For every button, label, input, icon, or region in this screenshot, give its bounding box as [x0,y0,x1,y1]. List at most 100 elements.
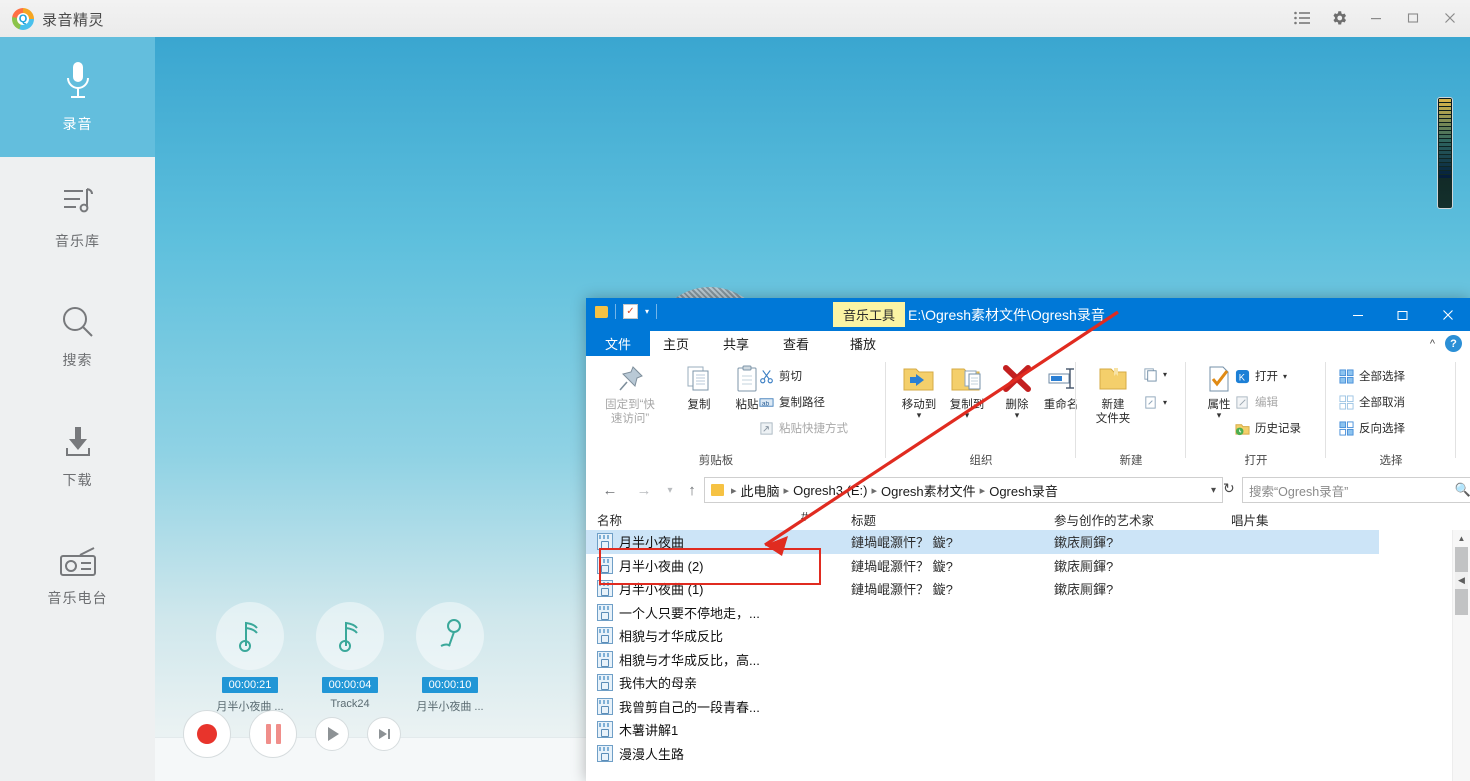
ribbon-group-select: 全部选择 全部取消 反向选择 选择 [1326,356,1456,474]
open-with-button[interactable]: K 打开 ▾ [1234,368,1287,384]
pause-button[interactable] [249,710,297,758]
breadcrumb-separator: ▸ [872,484,878,497]
column-header-title[interactable]: 标题 [851,510,876,529]
list-icon[interactable] [1292,8,1312,28]
chevron-up-icon[interactable]: ^ [1430,338,1435,350]
ribbon-group-new: 新建文件夹 ▾ ▾ 新建 [1076,356,1186,474]
breadcrumb-item-this-pc[interactable]: 此电脑 [741,481,780,500]
breadcrumb-item-recordings[interactable]: Ogresh录音 [989,481,1058,500]
arrow-left-icon[interactable]: ← [600,481,620,499]
pin-to-quick-access-button[interactable]: 固定到“快速访问” [594,364,666,426]
chevron-down-icon[interactable]: ▾ [645,307,649,316]
file-name: 木薯讲解1 [619,720,678,739]
chevron-down-icon[interactable]: ▾ [1211,485,1216,496]
tab-home[interactable]: 主页 [650,331,702,356]
track-duration: 00:00:21 [222,677,279,693]
chevron-down-icon[interactable]: ▾ [917,412,922,418]
edit-button[interactable]: 编辑 [1234,394,1278,410]
new-item-button[interactable]: ▾ [1142,366,1167,382]
play-button[interactable] [315,717,349,751]
table-row[interactable]: 我伟大的母亲 [586,671,1470,695]
gear-icon[interactable] [1329,8,1349,28]
track-duration: 00:00:04 [322,677,379,693]
arrow-up-icon[interactable]: ↑ [682,481,702,499]
group-caption: 打开 [1186,452,1326,468]
refresh-icon[interactable]: ↻ [1223,480,1235,497]
tab-play[interactable]: 播放 [837,331,889,356]
column-header-number[interactable]: # [801,510,808,524]
vertical-scrollbar[interactable]: ▲ [1452,530,1470,781]
chevron-down-icon[interactable]: ▾ [660,481,680,499]
tab-file[interactable]: 文件 [586,331,650,356]
close-icon[interactable] [1440,8,1460,28]
magnifier-icon[interactable]: 🔍 [1455,482,1470,498]
help-question-icon[interactable]: ? [1445,335,1462,352]
button-label: 历史记录 [1255,420,1301,436]
sidebar-item-music-radio[interactable]: 音乐电台 [0,517,155,637]
chevron-down-icon[interactable]: ▾ [965,412,970,418]
button-label: 打开 [1255,368,1278,384]
tab-share[interactable]: 共享 [710,331,762,356]
next-button[interactable] [367,717,401,751]
sidebar-item-record[interactable]: 录音 [0,37,155,157]
table-row[interactable]: 漫漫人生路 [586,742,1470,766]
maximize-icon[interactable] [1403,8,1423,28]
table-row[interactable]: 我曾剪自己的一段青春... [586,695,1470,719]
search-input[interactable]: 搜索“Ogresh录音” 🔍 [1242,477,1470,503]
invert-selection-button[interactable]: 反向选择 [1338,420,1405,436]
chevron-down-icon[interactable]: ▾ [1217,412,1222,418]
contextual-tab-music-tools[interactable]: 音乐工具 [833,302,905,327]
column-header-name[interactable]: 名称 [597,510,622,529]
close-icon[interactable] [1425,298,1470,331]
chevron-down-icon[interactable]: ▾ [1163,370,1167,379]
cut-button[interactable]: 剪切 [758,368,802,384]
track-item[interactable]: 00:00:10 月半小夜曲 ... [400,602,500,714]
breadcrumb[interactable]: ▸ 此电脑 ▸ Ogresh3 (E:) ▸ Ogresh素材文件 ▸ Ogre… [704,477,1223,503]
copy-path-button[interactable]: ab 复制路径 [758,394,825,410]
table-row[interactable]: 木薯讲解1 [586,718,1470,742]
easy-access-button[interactable]: ▾ [1142,394,1167,410]
track-item[interactable]: 00:00:04 Track24 [300,602,400,714]
table-row[interactable]: 相貌与才华成反比 [586,624,1470,648]
chevron-up-icon[interactable]: ▲ [1453,530,1470,547]
chevron-down-icon[interactable]: ▾ [1163,398,1167,407]
restore-icon[interactable] [1380,298,1425,331]
new-folder-button[interactable]: 新建文件夹 [1084,364,1142,426]
track-item[interactable]: 00:00:21 月半小夜曲 ... [200,602,300,714]
button-label: 全部取消 [1359,394,1405,410]
column-header-artist[interactable]: 参与创作的艺术家 [1054,510,1154,529]
tab-view[interactable]: 查看 [770,331,822,356]
pin-icon [615,364,645,394]
column-header-album[interactable]: 唱片集 [1231,510,1269,529]
chevron-down-icon[interactable]: ▾ [1015,412,1020,418]
chevron-down-icon[interactable]: ▾ [1283,372,1287,381]
file-artist: 鏉庡厠鍕? [1054,556,1113,575]
breadcrumb-item-materials[interactable]: Ogresh素材文件 [881,481,976,500]
paste-shortcut-button[interactable]: 粘贴快捷方式 [758,420,848,436]
breadcrumb-item-drive[interactable]: Ogresh3 (E:) [793,483,867,498]
table-row[interactable]: 一个人只要不停地走，... [586,601,1470,625]
recorded-tracks-list: 00:00:21 月半小夜曲 ... 00:00:04 Track24 [200,602,500,714]
minimize-icon[interactable] [1335,298,1380,331]
table-row[interactable]: 相貌与才华成反比，高... [586,648,1470,672]
music-file-icon [597,651,613,668]
file-title: 鏈堝崐灏忓？ 鏇? [851,579,953,598]
sidebar-item-download[interactable]: 下载 [0,397,155,517]
record-button[interactable] [183,710,231,758]
select-all-button[interactable]: 全部选择 [1338,368,1405,384]
button-label: 剪切 [779,368,802,384]
minimize-icon[interactable] [1366,8,1386,28]
chevron-left-icon[interactable]: ◀ [1455,572,1468,589]
copy-to-icon [950,364,984,394]
checkbox-icon[interactable]: ✓ [623,304,638,319]
sidebar-item-search[interactable]: 搜索 [0,277,155,397]
group-caption: 组织 [886,452,1076,468]
arrow-right-icon[interactable]: → [634,481,654,499]
button-label: 粘贴 [736,398,759,412]
breadcrumb-separator: ▸ [980,484,986,497]
select-none-button[interactable]: 全部取消 [1338,394,1405,410]
sidebar-item-music-library[interactable]: 音乐库 [0,157,155,277]
music-note-icon [233,616,267,656]
folder-icon[interactable] [595,306,608,318]
history-button[interactable]: 历史记录 [1234,420,1301,436]
